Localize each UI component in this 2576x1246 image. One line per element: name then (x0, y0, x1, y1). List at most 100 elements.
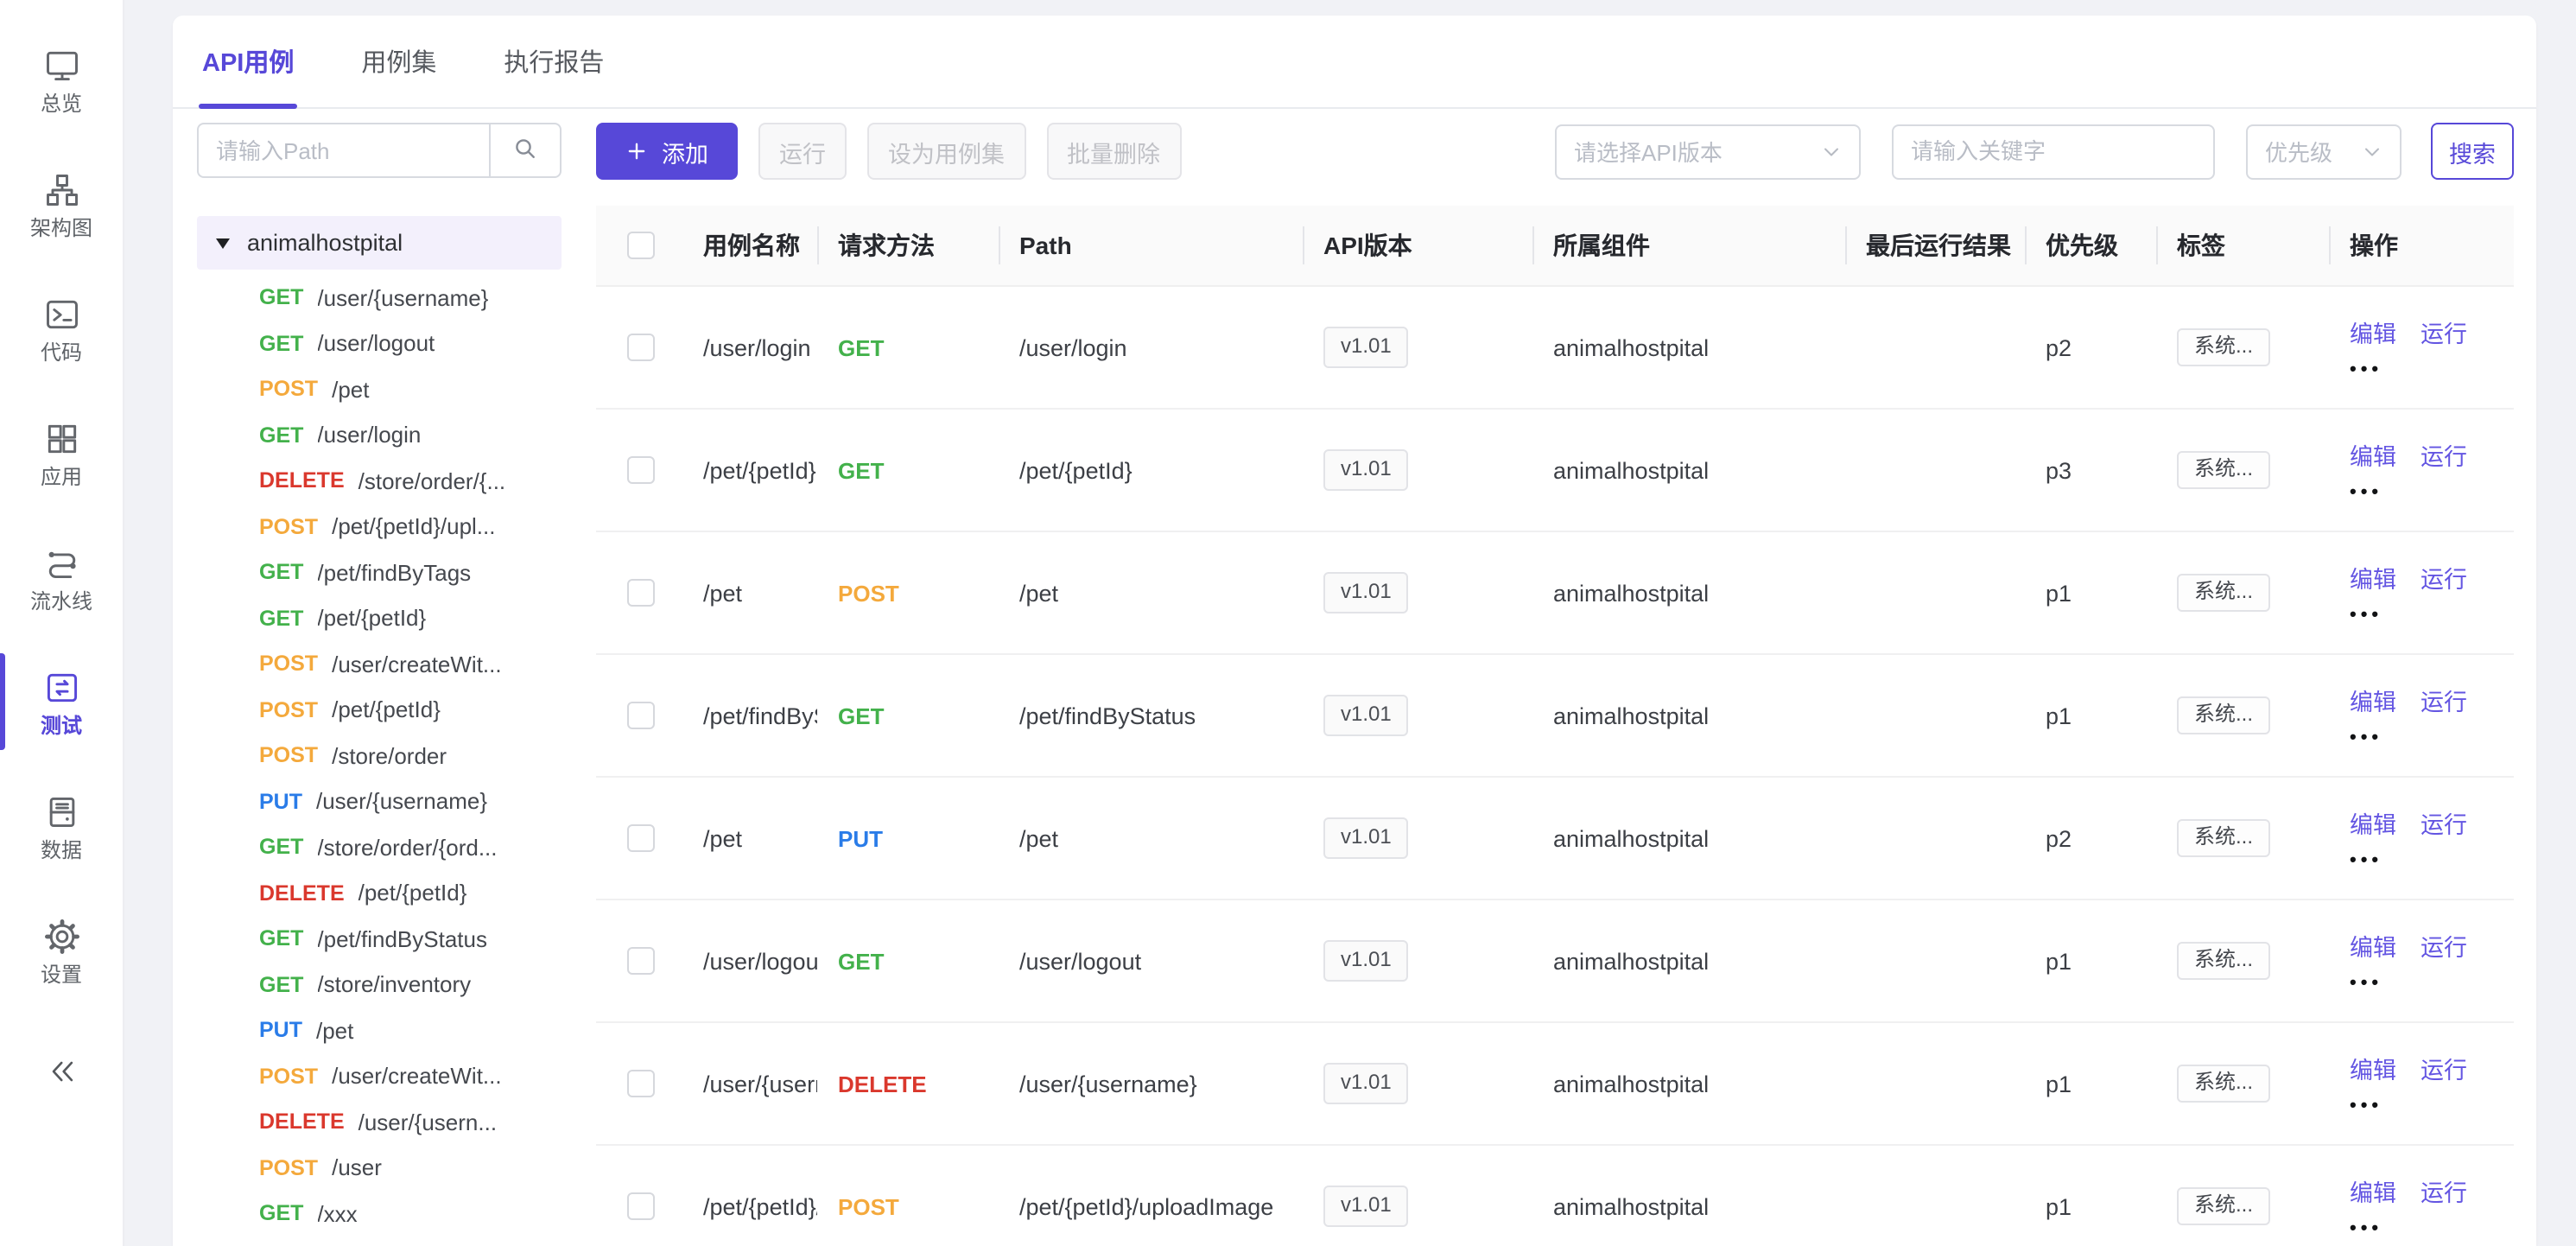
column-header-优先级[interactable]: 优先级 (2025, 206, 2156, 285)
api-version-select[interactable]: 请选择API版本 (1555, 124, 1861, 179)
edit-link[interactable]: 编辑 (2350, 683, 2396, 717)
edit-link[interactable]: 编辑 (2350, 805, 2396, 840)
tag-badge[interactable]: 系统... (2177, 1065, 2270, 1102)
tree-item[interactable]: POST /user/createWit... (197, 1053, 562, 1099)
tree-item[interactable]: GET /user/{username} (197, 275, 562, 321)
run-link[interactable]: 运行 (2421, 928, 2467, 963)
tree-item[interactable]: DELETE /store/order/{... (197, 458, 562, 504)
set-as-suite-button[interactable]: 设为用例集 (867, 123, 1025, 180)
tab-API用例[interactable]: API用例 (199, 16, 297, 108)
tree-item[interactable]: PUT /pet (197, 1008, 562, 1053)
sidebar-collapse-button[interactable] (0, 1013, 123, 1137)
tab-执行报告[interactable]: 执行报告 (500, 16, 607, 108)
row-checkbox[interactable] (627, 456, 655, 484)
http-method-label: GET (259, 561, 303, 585)
tree-item[interactable]: DELETE /pet/{petId} (197, 870, 562, 916)
edit-link[interactable]: 编辑 (2350, 928, 2396, 963)
tree-item[interactable]: GET /pet/{petId} (197, 595, 562, 641)
sidebar-item-测试[interactable]: 测试 (0, 639, 123, 764)
sidebar-item-设置[interactable]: 设置 (0, 888, 123, 1013)
run-button[interactable]: 运行 (758, 123, 847, 180)
tag-badge[interactable]: 系统... (2177, 329, 2270, 366)
test-cycle-icon (42, 668, 80, 706)
row-checkbox[interactable] (627, 1192, 655, 1220)
http-method-label: POST (259, 652, 318, 677)
row-checkbox[interactable] (627, 1070, 655, 1097)
cell-priority: p1 (2025, 1023, 2156, 1144)
sidebar-item-代码[interactable]: 代码 (0, 266, 123, 391)
run-link[interactable]: 运行 (2421, 560, 2467, 594)
edit-link[interactable]: 编辑 (2350, 1051, 2396, 1085)
tree-item[interactable]: GET /store/order/{ord... (197, 824, 562, 870)
tree-item[interactable]: GET /user/login (197, 412, 562, 458)
cell-case-name: /user/{userna... (682, 1023, 817, 1144)
sidebar-item-流水线[interactable]: 流水线 (0, 515, 123, 639)
column-header-所属组件[interactable]: 所属组件 (1532, 206, 1845, 285)
edit-link[interactable]: 编辑 (2350, 437, 2396, 472)
column-header-API版本[interactable]: API版本 (1303, 206, 1532, 285)
priority-select[interactable]: 优先级 (2246, 124, 2402, 179)
tree-item[interactable]: DELETE /user/{usern... (197, 1099, 562, 1145)
tree-item[interactable]: GET /store/inventory (197, 962, 562, 1008)
tree-item[interactable]: GET /pet/findByStatus (197, 916, 562, 962)
run-link[interactable]: 运行 (2421, 683, 2467, 717)
tree-item[interactable]: POST /user/createWit... (197, 641, 562, 687)
row-checkbox[interactable] (627, 579, 655, 607)
tree-root-node[interactable]: animalhostpital (197, 216, 562, 270)
column-header-用例名称[interactable]: 用例名称 (682, 206, 817, 285)
run-link[interactable]: 运行 (2421, 315, 2467, 349)
edit-link[interactable]: 编辑 (2350, 560, 2396, 594)
tag-badge[interactable]: 系统... (2177, 697, 2270, 734)
more-actions-icon[interactable]: ••• (2350, 361, 2382, 380)
more-actions-icon[interactable]: ••• (2350, 1097, 2382, 1116)
tag-badge[interactable]: 系统... (2177, 820, 2270, 856)
column-header-最后运行结果[interactable]: 最后运行结果 (1845, 206, 2025, 285)
run-link[interactable]: 运行 (2421, 437, 2467, 472)
tag-badge[interactable]: 系统... (2177, 1188, 2270, 1224)
tree-item[interactable]: GET /user/logout (197, 321, 562, 366)
tag-badge[interactable]: 系统... (2177, 452, 2270, 488)
sidebar-item-架构图[interactable]: 架构图 (0, 142, 123, 266)
tree-item[interactable]: POST /user (197, 1145, 562, 1191)
tree-item[interactable]: GET /xxx (197, 1191, 562, 1236)
sidebar-item-数据[interactable]: 数据 (0, 764, 123, 888)
row-checkbox[interactable] (627, 947, 655, 975)
tree-item[interactable]: POST /store/order (197, 733, 562, 779)
path-search-button[interactable] (489, 123, 562, 178)
edit-link[interactable]: 编辑 (2350, 315, 2396, 349)
sidebar-item-应用[interactable]: 应用 (0, 391, 123, 515)
tree-item[interactable]: POST /pet/{petId} (197, 687, 562, 733)
batch-delete-button[interactable]: 批量删除 (1046, 123, 1181, 180)
sidebar-item-总览[interactable]: 总览 (0, 17, 123, 142)
more-actions-icon[interactable]: ••• (2350, 1220, 2382, 1239)
more-actions-icon[interactable]: ••• (2350, 607, 2382, 626)
tree-item[interactable]: POST /pet/{petId}/upl... (197, 504, 562, 550)
search-button[interactable]: 搜索 (2431, 123, 2514, 180)
tree-item[interactable]: GET /pet/findByTags (197, 550, 562, 595)
row-checkbox[interactable] (627, 824, 655, 852)
more-actions-icon[interactable]: ••• (2350, 852, 2382, 871)
column-header-操作[interactable]: 操作 (2329, 206, 2514, 285)
tree-item[interactable]: POST /pet (197, 366, 562, 412)
row-checkbox[interactable] (627, 334, 655, 361)
select-all-checkbox[interactable] (627, 232, 655, 259)
tag-badge[interactable]: 系统... (2177, 943, 2270, 979)
path-search-input[interactable] (197, 123, 489, 178)
column-header-标签[interactable]: 标签 (2156, 206, 2329, 285)
run-link[interactable]: 运行 (2421, 805, 2467, 840)
run-link[interactable]: 运行 (2421, 1173, 2467, 1208)
row-checkbox[interactable] (627, 702, 655, 729)
column-header-Path[interactable]: Path (999, 206, 1303, 285)
tab-用例集[interactable]: 用例集 (358, 16, 440, 108)
select-all-cell (596, 206, 682, 285)
run-link[interactable]: 运行 (2421, 1051, 2467, 1085)
edit-link[interactable]: 编辑 (2350, 1173, 2396, 1208)
add-button[interactable]: 添加 (596, 123, 738, 180)
tree-item[interactable]: PUT /user/{username} (197, 779, 562, 824)
keyword-input[interactable] (1892, 124, 2215, 179)
tag-badge[interactable]: 系统... (2177, 575, 2270, 611)
column-header-请求方法[interactable]: 请求方法 (817, 206, 999, 285)
more-actions-icon[interactable]: ••• (2350, 975, 2382, 994)
more-actions-icon[interactable]: ••• (2350, 484, 2382, 503)
more-actions-icon[interactable]: ••• (2350, 729, 2382, 748)
